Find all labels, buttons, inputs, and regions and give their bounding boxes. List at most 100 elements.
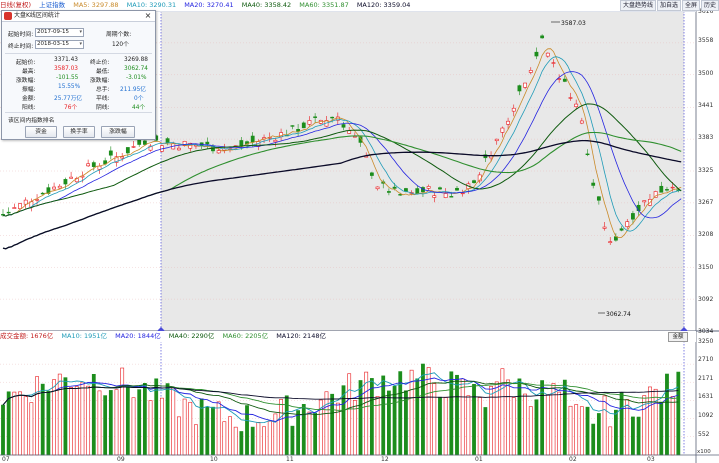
volume-bar — [596, 413, 601, 456]
candle-body — [352, 136, 357, 138]
calendar-dropdown-icon[interactable]: ▾ — [79, 41, 82, 48]
candle-body — [216, 150, 221, 154]
volume-bar — [460, 378, 465, 456]
volume-amount[interactable]: 成交金额: 1676亿 — [0, 332, 53, 340]
app-logo-icon — [4, 12, 12, 20]
date-tick-label: 11 — [286, 456, 294, 463]
ma10-value: MA10: 3290.31 — [126, 1, 177, 9]
volume-bar — [6, 391, 11, 456]
candle-body — [250, 135, 255, 143]
volume-bar — [301, 404, 306, 456]
volume-bar — [602, 395, 607, 456]
kline-window: 3587.03 3062.74 3616 3558 3500 3441 3383… — [0, 0, 719, 463]
add-favorite-button[interactable]: 加自选 — [656, 0, 681, 11]
candle-body — [517, 85, 522, 92]
candle-body — [585, 153, 590, 156]
volume-bar — [142, 382, 147, 456]
volume-bar — [307, 411, 312, 456]
volume-bar — [256, 422, 261, 456]
volume-bar — [466, 395, 471, 456]
low-annotation-label: 3062.74 — [606, 311, 631, 318]
volume-bar — [489, 386, 493, 456]
start-time-input[interactable]: 2017-09-15 ▾ — [35, 28, 84, 37]
volume-bar — [35, 376, 39, 456]
fullscreen-button[interactable]: 全屏 — [681, 0, 700, 11]
fund-ranking-button[interactable]: 资金 — [25, 126, 57, 138]
volume-bar — [494, 381, 499, 456]
volume-bar — [97, 390, 102, 456]
candle-body — [432, 195, 437, 198]
volume-bar — [120, 367, 125, 456]
volume-bar — [114, 389, 119, 456]
amount-label: 金额: — [22, 96, 36, 102]
period-label[interactable]: 日线(复权) — [0, 1, 31, 9]
volume-ma120: MA120: 2148亿 — [276, 332, 326, 340]
calendar-dropdown-icon[interactable]: ▾ — [79, 29, 82, 36]
down-count-value: 44个 — [132, 105, 146, 111]
volume-bar — [137, 389, 142, 456]
volume-bar — [477, 397, 482, 456]
volume-bar — [613, 409, 618, 456]
volume-bar — [636, 416, 641, 456]
history-button[interactable]: 历史 — [700, 0, 719, 11]
candle-body — [398, 194, 403, 196]
candle-body — [545, 52, 550, 57]
volume-ma40: MA40: 2290亿 — [168, 332, 215, 340]
selected-range-shade — [161, 11, 684, 331]
trend-line-button[interactable]: 大盘趋势线 — [619, 0, 656, 11]
volume-bar — [313, 412, 318, 456]
candle-body — [568, 97, 573, 99]
high-label: 最高: — [22, 69, 36, 75]
volume-bar — [557, 391, 562, 456]
turnover-ranking-button[interactable]: 换手率 — [63, 126, 95, 138]
end-time-input[interactable]: 2018-03-15 ▾ — [35, 40, 84, 49]
close-icon[interactable]: × — [144, 11, 152, 21]
candle-body — [108, 150, 113, 156]
candle-body — [131, 146, 136, 148]
volume-bar — [330, 393, 335, 456]
volume-ma60: MA60: 2205亿 — [222, 332, 269, 340]
volume-bar — [631, 416, 635, 456]
volume-ma20: MA20: 1844亿 — [115, 332, 161, 340]
candle-body — [540, 35, 545, 39]
candle-body — [426, 186, 431, 189]
volume-bar — [46, 390, 51, 456]
date-axis-labels: 07 09 10 11 12 01 02 03 — [2, 456, 655, 463]
dialog-titlebar[interactable]: 大盘K线区间统计 × — [2, 11, 155, 22]
volume-bar — [386, 390, 391, 456]
volume-bar — [188, 401, 193, 456]
candle-body — [523, 82, 528, 88]
volume-bar — [171, 387, 176, 456]
volume-bar — [182, 398, 187, 456]
volume-bar — [619, 392, 624, 456]
price-tick-label: 3208 — [698, 231, 713, 238]
volume-bar — [233, 426, 238, 456]
candle-body — [574, 103, 579, 107]
up-count-value: 76个 — [64, 105, 78, 111]
price-tick-label: 3441 — [698, 102, 713, 109]
down-count-label: 阴线: — [96, 105, 110, 111]
candle-body — [670, 186, 675, 189]
volume-bar — [1, 404, 5, 456]
volume-bar — [211, 406, 215, 456]
volume-bar — [472, 384, 476, 456]
periods-value: 120个 — [112, 42, 129, 48]
change-ranking-button[interactable]: 涨跌幅 — [101, 126, 135, 138]
candle-body — [386, 191, 391, 193]
candle-body — [642, 200, 647, 203]
volume-bar — [86, 385, 91, 456]
volume-metric-switch[interactable]: 金额 — [668, 332, 688, 342]
candle-body — [97, 165, 102, 170]
volume-bar — [358, 380, 363, 456]
ma60-value: MA60: 3351.87 — [299, 1, 349, 9]
volume-ma10: MA10: 1951亿 — [61, 332, 108, 340]
volume-bar — [148, 400, 153, 456]
volume-bar — [205, 406, 210, 456]
candle-body — [438, 187, 442, 190]
candle-body — [562, 78, 567, 82]
volume-bar — [273, 413, 278, 456]
date-tick-label: 01 — [475, 456, 483, 463]
volume-bar — [483, 407, 488, 456]
candle-body — [86, 163, 91, 167]
candle-body — [35, 199, 39, 201]
